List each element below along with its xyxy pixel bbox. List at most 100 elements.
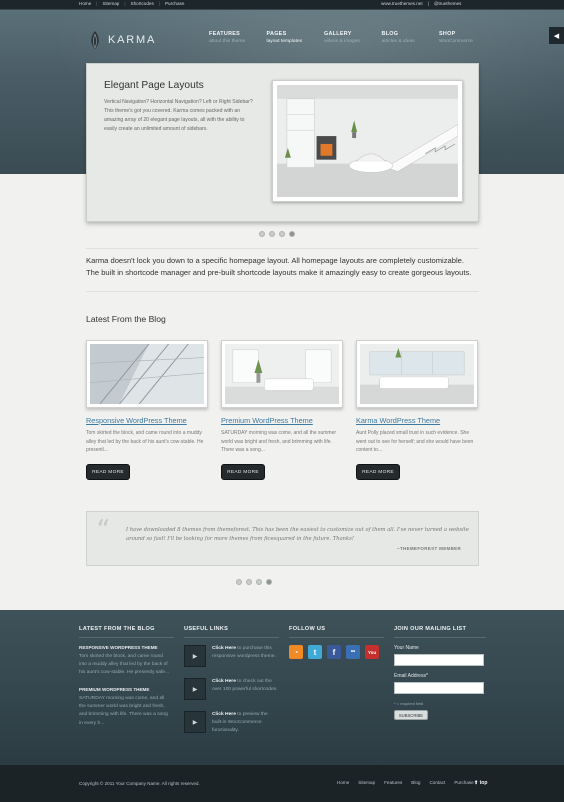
footer-link-contact[interactable]: Contact (429, 780, 445, 785)
website-link[interactable]: www.truethemes.net (381, 1, 423, 6)
youtube-icon[interactable]: You (365, 645, 379, 659)
slider-dot-3[interactable] (279, 231, 285, 237)
blog-post-title[interactable]: Responsive WordPress Theme (86, 416, 208, 425)
quote-mark-icon: “ (96, 515, 110, 546)
footer-post-title[interactable]: RESPONSIVE WORDPRESS THEME (79, 645, 174, 650)
panel-toggle-arrow-icon[interactable]: ◀ (549, 27, 564, 44)
footer-heading: JOIN OUR MAILING LIST (394, 626, 486, 638)
subscribe-button[interactable]: SUBSCRIBE (394, 710, 428, 720)
bottom-bar: Copyright © 2011 Your Company Name. All … (0, 765, 564, 802)
link-emphasis: Click Here (212, 679, 236, 684)
read-more-button[interactable]: READ MORE (221, 464, 265, 480)
nav-subtitle: WooCommerce (439, 39, 473, 45)
blog-post-image[interactable] (86, 340, 208, 408)
slide-title: Elegant Page Layouts (104, 80, 204, 91)
footer-link-home[interactable]: Home (337, 780, 349, 785)
testimonial-dot-2[interactable] (246, 579, 252, 585)
footer-nav: Home Sitemap Features Blog Contact Purch… (337, 780, 474, 785)
testimonial-dot-4[interactable] (266, 579, 272, 585)
email-field[interactable] (394, 682, 484, 694)
feature-slider: Elegant Page Layouts Vertical Navigation… (86, 63, 479, 222)
testimonial-pagination (236, 579, 272, 585)
email-label: Email Address* (394, 673, 428, 679)
social-icons: ◔ t f •• You (289, 645, 384, 659)
testimonial-dot-3[interactable] (256, 579, 262, 585)
lounge-image (360, 344, 474, 404)
blog-post-title[interactable]: Karma WordPress Theme (356, 416, 478, 425)
nav-blog[interactable]: BLOG articles & ideas (382, 30, 440, 46)
slider-pagination (259, 231, 295, 237)
blog-post-excerpt: Tom skirted the block, and came round in… (86, 430, 204, 453)
back-to-top-link[interactable]: ⬆ top (474, 780, 487, 786)
nav-gallery[interactable]: GALLERY videos & images (324, 30, 382, 46)
read-more-button[interactable]: READ MORE (86, 464, 130, 480)
separator: | (158, 1, 160, 6)
footer-link-features[interactable]: Features (384, 780, 402, 785)
blog-post-image[interactable] (221, 340, 343, 408)
nav-features[interactable]: FEATURES about this theme (209, 30, 267, 46)
footer-useful-link[interactable]: ▶ Click Here to preview the built-in Woo… (184, 711, 279, 735)
top-link-purchase[interactable]: Purchase (165, 1, 184, 6)
slider-dot-2[interactable] (269, 231, 275, 237)
slide-text: Vertical Navigation? Horizontal Navigati… (104, 99, 253, 132)
facebook-icon[interactable]: f (327, 645, 341, 659)
name-field[interactable] (394, 654, 484, 666)
arrow-up-icon: ⬆ (474, 780, 479, 786)
divider (86, 248, 479, 249)
nav-shop[interactable]: SHOP WooCommerce (439, 30, 497, 46)
top-utility-bar: Home | Sitemap | Shortcodes | Purchase www.… (0, 0, 564, 10)
nav-subtitle: layout templates (266, 39, 303, 45)
blog-post-title[interactable]: Premium WordPress Theme (221, 416, 343, 425)
footer-follow-column: FOLLOW US ◔ t f •• You (289, 626, 384, 659)
useful-link-text: Click Here to preview the built-in WooCo… (212, 711, 279, 735)
footer-useful-link[interactable]: ▶ Click Here to purchase this responsive… (184, 645, 279, 667)
testimonial-author: ~THEMEFOREST MEMBER (397, 546, 462, 551)
footer-useful-link[interactable]: ▶ Click Here to check out the over 100 p… (184, 678, 279, 700)
footer-heading: FOLLOW US (289, 626, 384, 638)
useful-link-text: Click Here to check out the over 100 pow… (212, 678, 279, 694)
footer-heading: USEFUL LINKS (184, 626, 279, 638)
footer-post-excerpt: SATURDAY morning was come, and all the s… (79, 696, 168, 726)
footer-post: RESPONSIVE WORDPRESS THEME Tom skirted t… (79, 645, 174, 677)
top-links: Home | Sitemap | Shortcodes | Purchase (79, 1, 184, 6)
blog-post-card: Karma WordPress Theme Aunt Polly placed … (356, 340, 478, 480)
top-link-home[interactable]: Home (79, 1, 91, 6)
footer-links-column: USEFUL LINKS ▶ Click Here to purchase th… (184, 626, 279, 746)
read-more-button[interactable]: READ MORE (356, 464, 400, 480)
flickr-icon[interactable]: •• (346, 645, 360, 659)
footer-link-blog[interactable]: Blog (411, 780, 420, 785)
twitter-icon[interactable]: t (308, 645, 322, 659)
nav-pages[interactable]: PAGES layout templates (267, 30, 325, 46)
useful-link-text: Click Here to purchase this responsive w… (212, 645, 279, 661)
slide-image (272, 80, 463, 202)
footer-link-purchase[interactable]: Purchase (454, 780, 473, 785)
required-note: * = required field (394, 701, 424, 706)
top-link-shortcodes[interactable]: Shortcodes (131, 1, 154, 6)
nav-title: SHOP (439, 31, 456, 37)
back-to-top-label: top (479, 780, 488, 786)
footer-link-sitemap[interactable]: Sitemap (358, 780, 375, 785)
separator: | (96, 1, 98, 6)
nav-title: FEATURES (209, 31, 241, 37)
top-right-links: www.truethemes.net | @truethemes (381, 1, 461, 6)
slider-dot-1[interactable] (259, 231, 265, 237)
architecture-image (90, 344, 204, 404)
main-navigation: FEATURES about this theme PAGES layout tem… (209, 30, 497, 46)
footer-heading: LATEST FROM THE BLOG (79, 626, 174, 638)
link-emphasis: Click Here (212, 646, 236, 651)
rss-icon[interactable]: ◔ (289, 645, 303, 659)
nav-subtitle: videos & images (324, 39, 360, 45)
logo[interactable]: KARMA (87, 30, 156, 50)
slider-dot-4[interactable] (289, 231, 295, 237)
top-link-sitemap[interactable]: Sitemap (102, 1, 119, 6)
blog-post-image[interactable] (356, 340, 478, 408)
twitter-handle-link[interactable]: @truethemes (434, 1, 462, 6)
footer-blog-column: LATEST FROM THE BLOG RESPONSIVE WORDPRES… (79, 626, 174, 738)
testimonial: “ I have downloaded 8 themes from themef… (86, 511, 479, 566)
footer-post-excerpt: Tom skirted the block, and came round in… (79, 654, 170, 676)
blog-post-excerpt: Aunt Polly placed small trust in such ev… (356, 430, 474, 453)
blog-section-title: Latest From the Blog (86, 314, 166, 324)
logo-text: KARMA (108, 34, 157, 46)
testimonial-dot-1[interactable] (236, 579, 242, 585)
footer-post-title[interactable]: PREMIUM WORDPRESS THEME (79, 687, 174, 692)
